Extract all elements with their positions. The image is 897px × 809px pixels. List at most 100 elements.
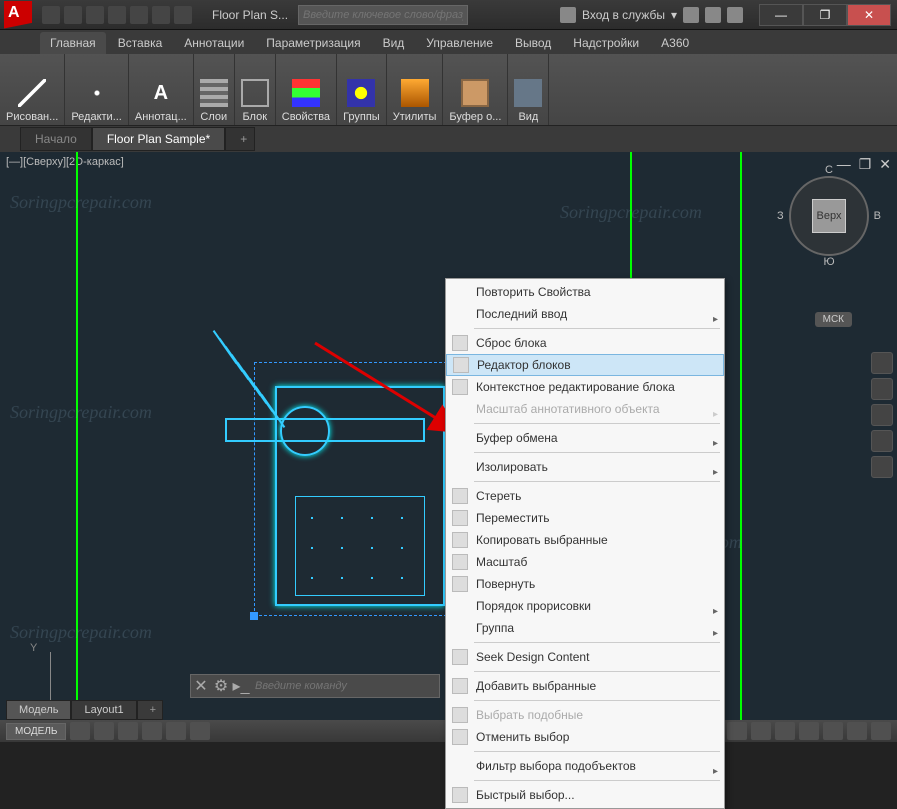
- ctx-erase[interactable]: Стереть: [446, 485, 724, 507]
- maximize-button[interactable]: ❐: [803, 4, 847, 26]
- ctx-edit-inplace[interactable]: Контекстное редактирование блока: [446, 376, 724, 398]
- a360-icon[interactable]: [705, 7, 721, 23]
- viewcube-top[interactable]: Верх: [812, 199, 846, 233]
- status-isolate-icon[interactable]: [823, 722, 843, 740]
- showmotion-icon[interactable]: [871, 456, 893, 478]
- help-icon[interactable]: [727, 7, 743, 23]
- qat-undo-icon[interactable]: [152, 6, 170, 24]
- ctx-scale[interactable]: Масштаб: [446, 551, 724, 573]
- viewcube-w[interactable]: З: [777, 210, 784, 222]
- ctx-reset-block[interactable]: Сброс блока: [446, 332, 724, 354]
- panel-modify[interactable]: Редакти...: [65, 54, 129, 125]
- status-annoscale-icon[interactable]: [727, 722, 747, 740]
- wheel-icon[interactable]: [871, 352, 893, 374]
- viewcube-n[interactable]: С: [825, 164, 833, 176]
- signin-link[interactable]: Вход в службы: [582, 8, 665, 22]
- tab-home[interactable]: Главная: [40, 32, 106, 54]
- panel-clipboard[interactable]: Буфер о...: [443, 54, 508, 125]
- ctx-subobject-filter[interactable]: Фильтр выбора подобъектов: [446, 755, 724, 777]
- tab-a360[interactable]: A360: [651, 32, 699, 54]
- ctx-recent[interactable]: Последний ввод: [446, 303, 724, 325]
- layout-model[interactable]: Модель: [6, 700, 71, 720]
- tab-output[interactable]: Вывод: [505, 32, 561, 54]
- status-grid-icon[interactable]: [70, 722, 90, 740]
- panel-properties[interactable]: Свойства: [276, 54, 337, 125]
- status-otrack-icon[interactable]: [190, 722, 210, 740]
- tab-annotate[interactable]: Аннотации: [174, 32, 254, 54]
- layout-layout1[interactable]: Layout1: [71, 700, 136, 720]
- cmd-handle-icon[interactable]: ✕: [191, 676, 211, 696]
- ctx-draworder[interactable]: Порядок прорисовки: [446, 595, 724, 617]
- tab-insert[interactable]: Вставка: [108, 32, 173, 54]
- ctx-group[interactable]: Группа: [446, 617, 724, 639]
- qat-redo-icon[interactable]: [174, 6, 192, 24]
- qat-save-icon[interactable]: [86, 6, 104, 24]
- close-button[interactable]: ✕: [847, 4, 891, 26]
- panel-utilities[interactable]: Утилиты: [387, 54, 444, 125]
- layout-add[interactable]: +: [137, 700, 163, 720]
- qat-open-icon[interactable]: [64, 6, 82, 24]
- ctx-quick-select[interactable]: Быстрый выбор...: [446, 784, 724, 806]
- viewport-label[interactable]: [—][Сверху][2D-каркас]: [6, 156, 124, 168]
- tab-view[interactable]: Вид: [373, 32, 415, 54]
- ctx-isolate[interactable]: Изолировать: [446, 456, 724, 478]
- ctx-repeat[interactable]: Повторить Свойства: [446, 281, 724, 303]
- pan-icon[interactable]: [871, 378, 893, 400]
- panel-groups[interactable]: Группы: [337, 54, 387, 125]
- vp-min-icon[interactable]: —: [837, 156, 851, 173]
- ctx-move[interactable]: Переместить: [446, 507, 724, 529]
- panel-layers[interactable]: Слои: [194, 54, 235, 125]
- qat-new-icon[interactable]: [42, 6, 60, 24]
- status-cleanscreen-icon[interactable]: [847, 722, 867, 740]
- search-input[interactable]: [298, 5, 468, 25]
- ctx-seek[interactable]: Seek Design Content: [446, 646, 724, 668]
- doctab-start[interactable]: Начало: [20, 127, 92, 151]
- qat-plot-icon[interactable]: [130, 6, 148, 24]
- layers-icon: [200, 79, 228, 107]
- viewcube-s[interactable]: Ю: [823, 256, 834, 268]
- ctx-copy[interactable]: Копировать выбранные: [446, 529, 724, 551]
- ribbon: Рисован... Редакти... AАннотац... Слои Б…: [0, 54, 897, 126]
- status-customize-icon[interactable]: [871, 722, 891, 740]
- status-model[interactable]: МОДЕЛЬ: [6, 723, 66, 740]
- ctx-block-editor[interactable]: Редактор блоков: [446, 354, 724, 376]
- minimize-button[interactable]: —: [759, 4, 803, 26]
- tab-addins[interactable]: Надстройки: [563, 32, 649, 54]
- user-icon[interactable]: [560, 7, 576, 23]
- doctab-active[interactable]: Floor Plan Sample*: [92, 127, 225, 151]
- viewcube-e[interactable]: В: [874, 210, 881, 222]
- panel-block[interactable]: Блок: [235, 54, 276, 125]
- tab-manage[interactable]: Управление: [416, 32, 503, 54]
- cmd-config-icon[interactable]: ⚙: [211, 676, 231, 696]
- status-snap-icon[interactable]: [94, 722, 114, 740]
- select-similar-icon: [452, 707, 468, 723]
- status-lock-icon[interactable]: [775, 722, 795, 740]
- panel-annotation[interactable]: AАннотац...: [129, 54, 194, 125]
- zoom-icon[interactable]: [871, 404, 893, 426]
- grip-handle[interactable]: [250, 612, 258, 620]
- status-hwaccel-icon[interactable]: [799, 722, 819, 740]
- qat-saveas-icon[interactable]: [108, 6, 126, 24]
- command-line[interactable]: ✕ ⚙ ▸_: [190, 674, 440, 698]
- vp-close-icon[interactable]: ✕: [879, 156, 891, 173]
- status-polar-icon[interactable]: [142, 722, 162, 740]
- status-osnap-icon[interactable]: [166, 722, 186, 740]
- doctab-add[interactable]: +: [225, 127, 255, 151]
- ctx-clipboard[interactable]: Буфер обмена: [446, 427, 724, 449]
- status-workspace-icon[interactable]: [751, 722, 771, 740]
- panel-draw[interactable]: Рисован...: [0, 54, 65, 125]
- exchange-icon[interactable]: [683, 7, 699, 23]
- door-block[interactable]: [275, 376, 445, 606]
- status-ortho-icon[interactable]: [118, 722, 138, 740]
- panel-view[interactable]: Вид: [508, 54, 549, 125]
- ctx-rotate[interactable]: Повернуть: [446, 573, 724, 595]
- ctx-add-selected[interactable]: Добавить выбранные: [446, 675, 724, 697]
- orbit-icon[interactable]: [871, 430, 893, 452]
- vp-max-icon[interactable]: ❐: [859, 156, 872, 173]
- viewcube[interactable]: Верх С Ю В З: [789, 176, 869, 256]
- command-input[interactable]: [251, 680, 439, 692]
- tab-parametric[interactable]: Параметризация: [256, 32, 370, 54]
- ctx-deselect[interactable]: Отменить выбор: [446, 726, 724, 748]
- app-logo[interactable]: [4, 1, 32, 29]
- wcs-badge[interactable]: МСК: [815, 312, 852, 327]
